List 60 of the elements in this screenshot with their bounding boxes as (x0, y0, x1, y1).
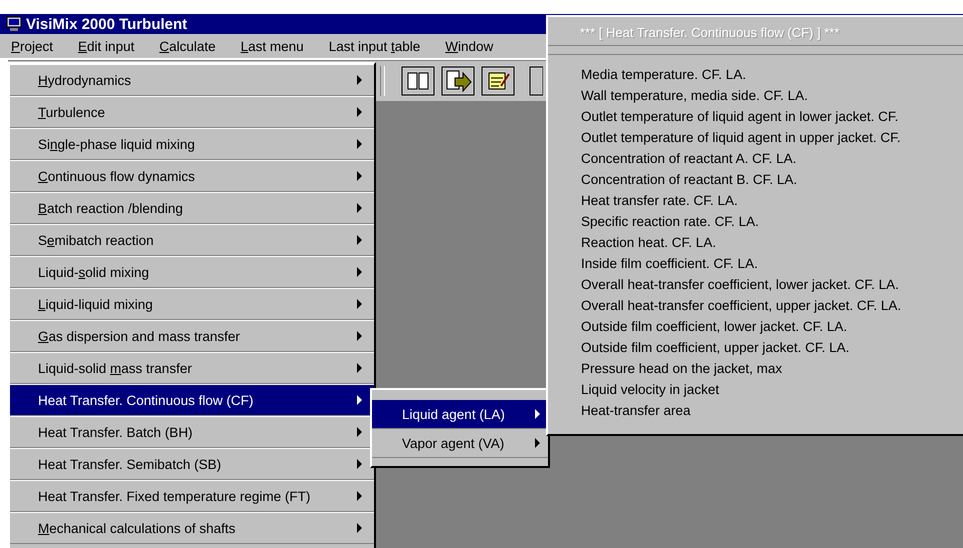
book-icon[interactable] (401, 66, 435, 96)
menu-item[interactable]: Batch reaction /blending (10, 192, 374, 224)
menu-item[interactable]: Calculate (159, 38, 216, 54)
menu-item[interactable]: Overall heat-transfer coefficient, upper jacket. CF. LA. (548, 295, 963, 316)
submenu-arrow-icon (535, 409, 540, 419)
menu-item[interactable]: Heat Transfer. Continuous flow (CF) (10, 384, 374, 416)
submenu-arrow-icon (357, 267, 362, 277)
menu-item[interactable]: Last input table (328, 38, 420, 54)
submenu-arrow-icon (357, 363, 362, 373)
menu-item[interactable]: Media temperature. CF. LA. (548, 64, 963, 85)
submenu-arrow-icon (357, 459, 362, 469)
submenu-arrow-icon (535, 438, 540, 448)
menu-item[interactable]: Liquid-liquid mixing (10, 288, 374, 320)
menu-item[interactable]: Pressure head on the jacket, max (548, 358, 963, 379)
submenu-arrow-icon (357, 299, 362, 309)
menu-item[interactable]: Window (445, 38, 494, 54)
menu-item[interactable]: Single-phase liquid mixing (10, 128, 374, 160)
menu-item[interactable]: Heat transfer rate. CF. LA. (548, 190, 963, 211)
menu-item[interactable]: Heat Transfer. Fixed temperature regime (FT) (10, 480, 374, 512)
submenu-arrow-icon (357, 235, 362, 245)
menu-item[interactable]: Wall temperature, media side. CF. LA. (548, 85, 963, 106)
toolbar-button-icon[interactable] (529, 66, 543, 96)
menu-item[interactable]: Outlet temperature of liquid agent in lower jacket. CF. (548, 106, 963, 127)
menu-item[interactable]: Continuous flow dynamics (10, 160, 374, 192)
notepad-icon[interactable] (481, 66, 515, 96)
monitor-icon (6, 16, 22, 32)
menu-item[interactable]: Heat-transfer area (548, 400, 963, 421)
export-icon[interactable] (441, 66, 475, 96)
submenu-arrow-icon (357, 331, 362, 341)
menu-item[interactable]: Outlet temperature of liquid agent in upper jacket. CF. (548, 127, 963, 148)
menu-item[interactable]: Liquid velocity in jacket (548, 379, 963, 400)
submenu-arrow-icon (357, 171, 362, 181)
menu-item[interactable]: Outside film coefficient, upper jacket. CF. LA. (548, 337, 963, 358)
menu-item[interactable]: Turbulence (10, 96, 374, 128)
submenu-arrow-icon (357, 491, 362, 501)
submenu-arrow-icon (357, 523, 362, 533)
menu-item[interactable]: Outside film coefficient, lower jacket. CF. LA. (548, 316, 963, 337)
menu-item[interactable]: Specific reaction rate. CF. LA. (548, 211, 963, 232)
window-title: VisiMix 2000 Turbulent (26, 16, 188, 32)
submenu-arrow-icon (357, 203, 362, 213)
menu-item[interactable]: Gas dispersion and mass transfer (10, 320, 374, 352)
submenu-arrow-icon (357, 107, 362, 117)
menu-item[interactable]: Edit input (78, 38, 134, 54)
menu-item[interactable]: Mechanical calculations of shafts (10, 512, 374, 544)
menu-item[interactable]: Liquid-solid mixing (10, 256, 374, 288)
submenu-arrow-icon (357, 395, 362, 405)
menu-item[interactable]: Semibatch reaction (10, 224, 374, 256)
menu-item[interactable]: Concentration of reactant A. CF. LA. (548, 148, 963, 169)
menu-item[interactable]: Inside film coefficient. CF. LA. (548, 253, 963, 274)
menu-item[interactable]: Liquid agent (LA) (372, 400, 548, 429)
submenu-arrow-icon (357, 75, 362, 85)
menu-item[interactable]: Concentration of reactant B. CF. LA. (548, 169, 963, 190)
menu-item[interactable]: Overall heat-transfer coefficient, lower jacket. CF. LA. (548, 274, 963, 295)
menu-header: *** [ Heat Transfer. Continuous flow (CF) ] *** (579, 24, 840, 42)
submenu-arrow-icon (357, 427, 362, 437)
menu-item[interactable]: Project (11, 38, 54, 54)
submenu-arrow-icon (357, 139, 362, 149)
menu-item[interactable]: Reaction heat. CF. LA. (548, 232, 963, 253)
menu-item[interactable]: Last menu (240, 38, 304, 54)
menu-item[interactable]: Hydrodynamics (10, 64, 374, 96)
